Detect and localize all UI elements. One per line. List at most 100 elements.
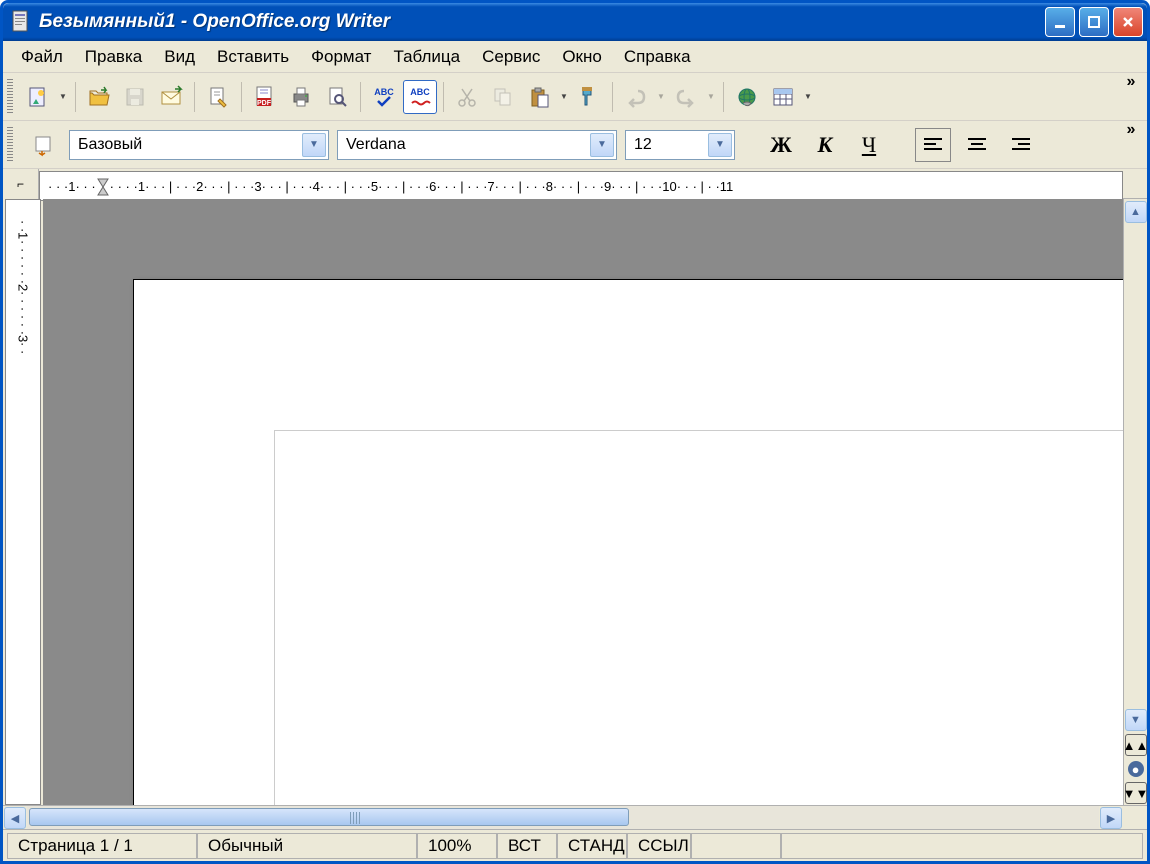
status-cell-empty xyxy=(691,833,781,859)
toolbar-separator xyxy=(612,82,613,112)
toolbar-separator xyxy=(360,82,361,112)
document-page[interactable] xyxy=(133,279,1123,805)
copy-button[interactable] xyxy=(486,80,520,114)
print-button[interactable] xyxy=(284,80,318,114)
scroll-track[interactable] xyxy=(27,806,1099,829)
menu-view[interactable]: Вид xyxy=(154,43,205,71)
status-style[interactable]: Обычный xyxy=(197,833,417,859)
ruler-corner: ⌐ xyxy=(3,169,39,199)
redo-button[interactable] xyxy=(669,80,703,114)
scroll-up-button[interactable]: ▲ xyxy=(1125,201,1147,223)
toolbar-separator xyxy=(194,82,195,112)
menu-file[interactable]: Файл xyxy=(11,43,73,71)
chevron-down-icon[interactable]: ▼ xyxy=(302,133,326,157)
align-left-button[interactable] xyxy=(915,128,951,162)
menu-window[interactable]: Окно xyxy=(552,43,612,71)
open-button[interactable] xyxy=(82,80,116,114)
italic-button[interactable]: К xyxy=(807,128,843,162)
underline-button[interactable]: Ч xyxy=(851,128,887,162)
window-controls xyxy=(1045,7,1143,37)
font-size-value: 12 xyxy=(634,136,652,154)
font-name-combo[interactable]: Verdana ▼ xyxy=(337,130,617,160)
table-dropdown[interactable]: ▼ xyxy=(802,92,814,101)
horizontal-ruler[interactable]: · · · 1 · · · · · · · 1 · · · | · · · 2 … xyxy=(39,171,1123,201)
redo-dropdown[interactable]: ▼ xyxy=(705,92,717,101)
status-insert-mode[interactable]: ВСТ xyxy=(497,833,557,859)
close-button[interactable] xyxy=(1113,7,1143,37)
app-icon xyxy=(11,10,31,34)
font-size-combo[interactable]: 12 ▼ xyxy=(625,130,735,160)
maximize-button[interactable] xyxy=(1079,7,1109,37)
paragraph-style-value: Базовый xyxy=(78,136,142,154)
email-button[interactable] xyxy=(154,80,188,114)
scroll-thumb[interactable] xyxy=(29,808,629,826)
menu-insert[interactable]: Вставить xyxy=(207,43,299,71)
new-document-button[interactable] xyxy=(21,80,55,114)
paragraph-style-combo[interactable]: Базовый ▼ xyxy=(69,130,329,160)
horizontal-scrollbar[interactable]: ◀ ▶ xyxy=(3,805,1147,829)
titlebar: Безымянный1 - OpenOffice.org Writer xyxy=(3,3,1147,41)
standard-toolbar: ▼ PDF ABC ABC ▼ ▼ ▼ ▼ » xyxy=(3,73,1147,121)
new-dropdown[interactable]: ▼ xyxy=(57,92,69,101)
svg-text:ABC: ABC xyxy=(410,87,430,97)
document-viewport[interactable] xyxy=(43,199,1123,805)
toolbar-grip[interactable] xyxy=(7,127,13,163)
page-down-button[interactable]: ▼▼ xyxy=(1125,782,1147,804)
styles-window-button[interactable] xyxy=(27,128,61,162)
toolbar-separator xyxy=(241,82,242,112)
chevron-down-icon[interactable]: ▼ xyxy=(590,133,614,157)
toolbar-grip[interactable] xyxy=(7,79,13,115)
bold-button[interactable]: Ж xyxy=(763,128,799,162)
vertical-scrollbar[interactable]: ▲ ▼ ▲▲ ● ▼▼ xyxy=(1123,199,1147,805)
ruler-ticks: · · 1 · · · · · · 2 · · · · · · 3 · · xyxy=(6,200,40,354)
toolbar-overflow-button[interactable]: » xyxy=(1121,73,1141,91)
menu-tools[interactable]: Сервис xyxy=(472,43,550,71)
export-pdf-button[interactable]: PDF xyxy=(248,80,282,114)
scroll-track[interactable] xyxy=(1125,225,1147,707)
toolbar-separator xyxy=(723,82,724,112)
save-button[interactable] xyxy=(118,80,152,114)
align-center-button[interactable] xyxy=(959,128,995,162)
menu-edit[interactable]: Правка xyxy=(75,43,152,71)
edit-doc-button[interactable] xyxy=(201,80,235,114)
scroll-left-button[interactable]: ◀ xyxy=(4,807,26,829)
scroll-down-button[interactable]: ▼ xyxy=(1125,709,1147,731)
cut-button[interactable] xyxy=(450,80,484,114)
page-preview-button[interactable] xyxy=(320,80,354,114)
paste-dropdown[interactable]: ▼ xyxy=(558,92,570,101)
spellcheck-button[interactable]: ABC xyxy=(367,80,401,114)
ruler-row: ⌐ · · · 1 · · · · · · · 1 · · · | · · · … xyxy=(3,169,1147,199)
status-cell-empty xyxy=(781,833,1143,859)
undo-button[interactable] xyxy=(619,80,653,114)
toolbar-separator xyxy=(443,82,444,112)
page-up-button[interactable]: ▲▲ xyxy=(1125,734,1147,756)
insert-table-button[interactable] xyxy=(766,80,800,114)
ruler-ticks: · · · 1 · · · · · · · 1 · · · | · · · 2 … xyxy=(40,172,733,200)
vertical-ruler[interactable]: · · 1 · · · · · · 2 · · · · · · 3 · · xyxy=(5,199,41,805)
navigation-button[interactable]: ● xyxy=(1128,761,1144,777)
scroll-right-button[interactable]: ▶ xyxy=(1100,807,1122,829)
window-title: Безымянный1 - OpenOffice.org Writer xyxy=(39,11,1045,33)
toolbar-separator xyxy=(75,82,76,112)
svg-text:ABC: ABC xyxy=(374,87,394,97)
chevron-down-icon[interactable]: ▼ xyxy=(708,133,732,157)
menubar: Файл Правка Вид Вставить Формат Таблица … xyxy=(3,41,1147,73)
align-right-button[interactable] xyxy=(1003,128,1039,162)
page-margin-guide xyxy=(274,430,1123,805)
paste-button[interactable] xyxy=(522,80,556,114)
menu-help[interactable]: Справка xyxy=(614,43,701,71)
minimize-button[interactable] xyxy=(1045,7,1075,37)
status-zoom[interactable]: 100% xyxy=(417,833,497,859)
format-paintbrush-button[interactable] xyxy=(572,80,606,114)
menu-table[interactable]: Таблица xyxy=(383,43,470,71)
status-page: Страница 1 / 1 xyxy=(7,833,197,859)
toolbar-overflow-button[interactable]: » xyxy=(1121,121,1141,139)
autocheck-button[interactable]: ABC xyxy=(403,80,437,114)
font-name-value: Verdana xyxy=(346,136,406,154)
formatting-toolbar: Базовый ▼ Verdana ▼ 12 ▼ Ж К Ч » xyxy=(3,121,1147,169)
hyperlink-button[interactable] xyxy=(730,80,764,114)
menu-format[interactable]: Формат xyxy=(301,43,381,71)
status-selection-mode[interactable]: СТАНД xyxy=(557,833,627,859)
status-hyperlink-mode[interactable]: ССЫЛ xyxy=(627,833,691,859)
undo-dropdown[interactable]: ▼ xyxy=(655,92,667,101)
